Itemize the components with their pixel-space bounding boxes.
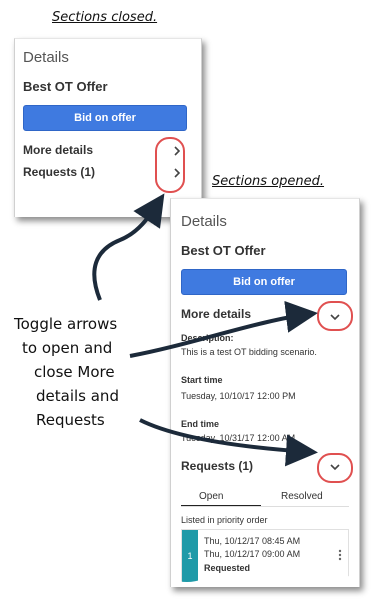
start-time-label: Start time [181,375,223,385]
more-vertical-icon[interactable] [338,548,342,566]
annotation-line: to open and [22,339,113,357]
caption-sections-closed: Sections closed. [52,10,158,25]
offer-name: Best OT Offer [181,243,266,258]
torn-edge [171,576,359,587]
opened-details-panel: Details Best OT Offer Bid on offer More … [170,198,360,587]
highlight-ring [317,453,353,483]
closed-details-panel: Details Best OT Offer Bid on offer More … [14,38,202,217]
panel-title: Details [23,49,69,66]
requests-toggle[interactable]: Requests (1) [181,459,253,473]
end-time-label: End time [181,419,220,429]
requests-toggle[interactable]: Requests (1) [23,165,95,179]
more-details-toggle[interactable]: More details [181,307,251,321]
tab-divider [181,506,349,507]
caption-sections-opened: Sections opened. [212,174,325,189]
bid-on-offer-button[interactable]: Bid on offer [181,269,347,295]
annotation-line: Requests [36,411,105,429]
request-status: Requested [204,563,251,573]
description-value: This is a test OT bidding scenario. [181,347,317,357]
highlight-ring [155,137,185,193]
highlight-ring [317,301,353,331]
annotation-line: close More [34,363,115,381]
request-end: Thu, 10/12/17 09:00 AM [204,549,301,559]
description-label: Description: [181,333,234,343]
request-start: Thu, 10/12/17 08:45 AM [204,536,301,546]
tab-resolved[interactable]: Resolved [281,491,323,502]
offer-name: Best OT Offer [23,79,108,94]
tab-open[interactable]: Open [199,491,223,502]
annotation-line: Toggle arrows [14,315,118,333]
start-time-value: Tuesday, 10/10/17 12:00 PM [181,391,296,401]
bid-on-offer-button[interactable]: Bid on offer [23,105,187,131]
annotation-text: Toggle arrows to open and close More det… [14,312,119,432]
more-details-toggle[interactable]: More details [23,143,93,157]
panel-title: Details [181,213,227,230]
end-time-value: Tuesday, 10/31/17 12:00 AM [181,433,296,443]
annotation-line: details and [36,387,119,405]
priority-note: Listed in priority order [181,515,268,525]
